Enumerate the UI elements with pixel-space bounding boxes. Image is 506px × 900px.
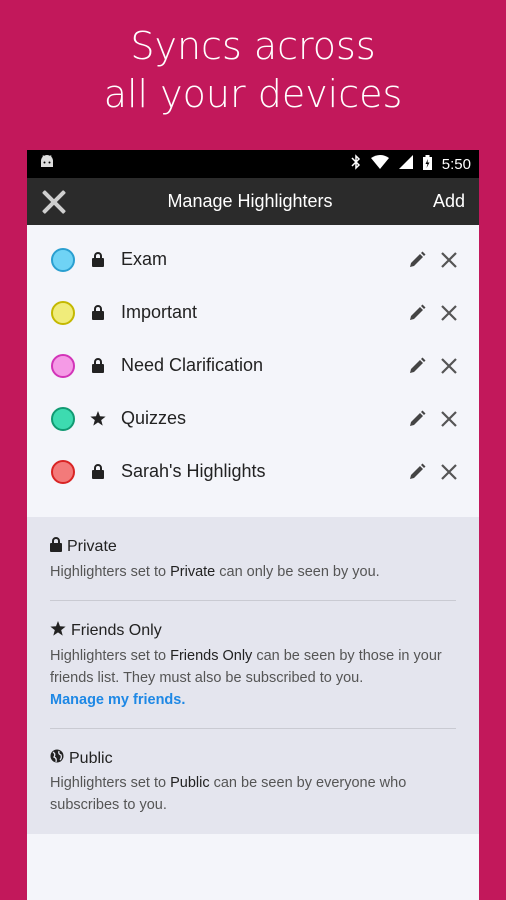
edit-pencil-icon[interactable] (407, 303, 427, 323)
lock-icon (89, 252, 107, 267)
manage-friends-link[interactable]: Manage my friends. (50, 692, 185, 708)
remove-x-icon[interactable] (439, 462, 459, 482)
public-description: Highlighters set to Public can be seen b… (50, 775, 407, 813)
private-title: Private (67, 538, 117, 555)
edit-pencil-icon[interactable] (407, 356, 427, 376)
phone-screen: 5:50 Manage Highlighters Add Exam Importa… (27, 150, 479, 900)
remove-x-icon[interactable] (439, 303, 459, 323)
friends-title: Friends Only (71, 622, 162, 639)
highlighter-row[interactable]: Important (27, 286, 479, 339)
highlighter-row[interactable]: Exam (27, 233, 479, 286)
friends-info: Friends Only Highlighters set to Friends… (50, 601, 456, 729)
public-title: Public (69, 749, 113, 767)
remove-x-icon[interactable] (439, 409, 459, 429)
close-icon[interactable] (41, 189, 67, 215)
lock-icon (50, 537, 62, 557)
visibility-info-panel: Private Highlighters set to Private can … (27, 517, 479, 834)
status-icons: 5:50 (351, 154, 471, 174)
lock-icon (89, 464, 107, 479)
color-swatch[interactable] (51, 300, 75, 325)
color-swatch[interactable] (51, 247, 75, 272)
highlighter-label: Sarah's Highlights (121, 461, 266, 481)
highlighter-row[interactable]: Quizzes (27, 392, 479, 445)
edit-pencil-icon[interactable] (407, 250, 427, 270)
promo-heading: Syncs across all your devices (0, 22, 506, 118)
remove-x-icon[interactable] (439, 356, 459, 376)
color-swatch[interactable] (51, 459, 75, 484)
highlighter-label: Need Clarification (121, 355, 264, 375)
signal-icon (398, 155, 413, 173)
star-icon (89, 411, 107, 426)
bluetooth-icon (351, 154, 361, 174)
color-swatch[interactable] (51, 353, 75, 378)
edit-pencil-icon[interactable] (407, 462, 427, 482)
lock-icon (89, 305, 107, 320)
public-info: Public Highlighters set to Public can be… (50, 729, 456, 816)
promo-line-1: Syncs across (130, 24, 376, 68)
highlighter-label: Important (121, 302, 198, 322)
add-button[interactable]: Add (433, 191, 465, 212)
battery-icon (422, 154, 432, 174)
star-icon (50, 621, 66, 641)
wifi-icon (370, 155, 389, 173)
remove-x-icon[interactable] (439, 250, 459, 270)
app-bar: Manage Highlighters Add (27, 178, 479, 225)
highlighter-row[interactable]: Need Clarification (27, 339, 479, 392)
private-description: Highlighters set to Private can only be … (50, 564, 380, 580)
highlighter-label: Exam (121, 249, 168, 269)
color-swatch[interactable] (51, 406, 75, 431)
friends-description: Highlighters set to Friends Only can be … (50, 648, 442, 708)
status-time: 5:50 (441, 155, 471, 173)
highlighter-list: Exam Important Need Clarification Quizzes Sa… (27, 225, 479, 498)
highlighter-row[interactable]: Sarah's Highlights (27, 445, 479, 498)
lock-icon (89, 358, 107, 373)
edit-pencil-icon[interactable] (407, 409, 427, 429)
android-icon (39, 155, 55, 173)
page-title: Manage Highlighters (167, 191, 333, 211)
status-bar: 5:50 (27, 150, 479, 178)
promo-line-2: all your devices (103, 72, 403, 116)
private-info: Private Highlighters set to Private can … (50, 517, 456, 601)
globe-icon (50, 749, 64, 768)
highlighter-label: Quizzes (121, 408, 187, 428)
